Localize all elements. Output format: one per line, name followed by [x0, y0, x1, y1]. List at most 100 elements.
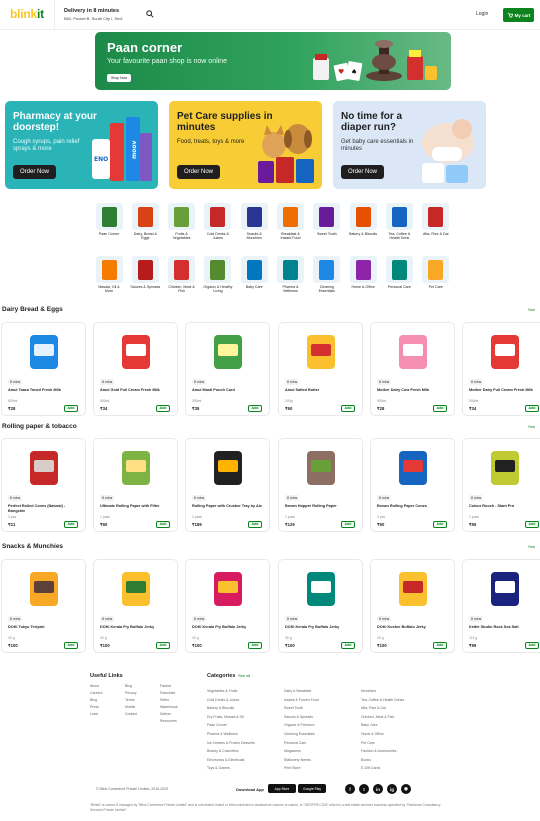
footer-category-link[interactable]: Atta, Rice & Dal [361, 706, 386, 710]
google-play-button[interactable]: Google Play [298, 784, 326, 793]
add-to-cart-button[interactable]: Add [341, 521, 355, 528]
add-to-cart-button[interactable]: Add [341, 405, 355, 412]
footer-category-link[interactable]: Dairy & Breakfast [284, 689, 311, 693]
category-item[interactable]: Pet Care [421, 256, 451, 289]
paan-corner-banner[interactable]: Paan corner Your favourite paan shop is … [95, 32, 451, 90]
footer-useful-link[interactable]: Seller [160, 698, 169, 702]
footer-category-link[interactable]: Print Store [284, 766, 301, 770]
product-card[interactable]: 8 mins Amul Gold Full Cream Fresh Milk 500… [93, 322, 178, 416]
category-item[interactable]: Organic & Healthy Living [203, 256, 233, 294]
shop-now-button[interactable]: Shop Now [107, 74, 132, 82]
blinkit-logo[interactable]: blinkit [10, 7, 44, 21]
pet-care-promo-card[interactable]: Pet Care supplies in minutes Food, treat… [169, 101, 322, 189]
footer-useful-link[interactable]: Press [90, 705, 99, 709]
product-card[interactable]: 8 mins Kettle Studio Rock Sea Salt 113 g ₹9… [462, 559, 540, 653]
product-card[interactable]: 8 mins Amul Taaza Toned Fresh Milk 500ml ₹2… [1, 322, 86, 416]
social-icon[interactable]: ◉ [401, 784, 411, 794]
product-card[interactable]: 8 mins Perfect Rolled Cones (Natural) - B… [1, 438, 86, 532]
footer-category-link[interactable]: Pharma & Wellness [207, 732, 238, 736]
footer-category-link[interactable]: Cold Drinks & Juices [207, 698, 239, 702]
add-to-cart-button[interactable]: Add [156, 405, 170, 412]
footer-useful-link[interactable]: Mobile [125, 705, 135, 709]
footer-see-all-link[interactable]: See all [238, 673, 250, 678]
product-card[interactable]: 8 mins DOKi Kerala Fry Buffalo Jerky 30 g ₹… [185, 559, 270, 653]
see-all-link[interactable]: See [528, 307, 535, 312]
see-all-link[interactable]: See [528, 424, 535, 429]
category-item[interactable]: Pharma & Wellness [276, 256, 306, 294]
footer-category-link[interactable]: Bakery & Biscuits [207, 706, 234, 710]
category-item[interactable]: Dairy, Bread & Eggs [130, 203, 160, 241]
category-item[interactable]: Cold Drinks & Juices [203, 203, 233, 241]
footer-category-link[interactable]: Sweet Tooth [284, 706, 303, 710]
footer-useful-link[interactable]: Terms [125, 698, 135, 702]
diaper-promo-card[interactable]: No time for a diaper run? Get baby care … [333, 101, 486, 189]
footer-category-link[interactable]: Baby Care [361, 723, 378, 727]
footer-category-link[interactable]: Magazines [284, 749, 301, 753]
product-card[interactable]: 8 mins Amul Masti Pouch Curd 390ml ₹35 Add [185, 322, 270, 416]
product-card[interactable]: 8 mins Rolling Paper with Crusher Tray by… [185, 438, 270, 532]
footer-useful-link[interactable]: Franchise [160, 691, 175, 695]
login-button[interactable]: Login [476, 11, 488, 17]
footer-category-link[interactable]: Personal Care [284, 741, 306, 745]
add-to-cart-button[interactable]: Add [433, 405, 447, 412]
footer-category-link[interactable]: E-Gift Cards [361, 766, 380, 770]
category-item[interactable]: Bakery & Biscuits [348, 203, 378, 236]
category-item[interactable]: Personal Care [384, 256, 414, 289]
add-to-cart-button[interactable]: Add [64, 521, 78, 528]
add-to-cart-button[interactable]: Add [64, 642, 78, 649]
order-now-button[interactable]: Order Now [13, 165, 57, 179]
product-card[interactable]: 8 mins Mother Dairy Cow Fresh Milk 500ml ₹2… [370, 322, 455, 416]
category-item[interactable]: Sauces & Spreads [130, 256, 160, 289]
category-item[interactable]: Fruits & Vegetables [167, 203, 197, 241]
footer-category-link[interactable]: Electronics & Electricals [207, 758, 244, 762]
add-to-cart-button[interactable]: Add [525, 521, 539, 528]
category-item[interactable]: Sweet Tooth [312, 203, 342, 236]
product-card[interactable]: 8 mins DOKi Kosher Buffalo Jerky 30 g ₹100 A… [370, 559, 455, 653]
footer-category-link[interactable]: Chicken, Meat & Fish [361, 715, 394, 719]
category-item[interactable]: Atta, Rice & Dal [421, 203, 451, 236]
add-to-cart-button[interactable]: Add [433, 521, 447, 528]
add-to-cart-button[interactable]: Add [64, 405, 78, 412]
see-all-link[interactable]: See [528, 544, 535, 549]
category-item[interactable]: Breakfast & Instant Food [276, 203, 306, 241]
product-card[interactable]: 8 mins DOKi Kerala Fry Buffalo Jerky 30 g ₹… [93, 559, 178, 653]
product-card[interactable]: 8 mins DOKi Kerala Fry Buffalo Jerky 30 g ₹… [278, 559, 363, 653]
footer-category-link[interactable]: Sauces & Spreads [284, 715, 313, 719]
footer-useful-link[interactable]: Deliver [160, 712, 171, 716]
footer-category-link[interactable]: Munchies [361, 689, 376, 693]
footer-useful-link[interactable]: Privacy [125, 691, 136, 695]
social-icon[interactable]: in [373, 784, 383, 794]
footer-useful-link[interactable]: Blog [125, 684, 132, 688]
order-now-button[interactable]: Order Now [177, 165, 221, 179]
footer-useful-link[interactable]: Warehouse [160, 705, 178, 709]
add-to-cart-button[interactable]: Add [341, 642, 355, 649]
category-item[interactable]: Baby Care [239, 256, 269, 289]
product-card[interactable]: 8 mins Amul Salted Butter 100g ₹60 Add [278, 322, 363, 416]
footer-category-link[interactable]: Instant & Frozen Food [284, 698, 319, 702]
product-card[interactable]: 8 mins Mother Dairy Full Cream Fresh Milk… [462, 322, 540, 416]
app-store-button[interactable]: App Store [268, 784, 296, 793]
footer-category-link[interactable]: Organic & Premium [284, 723, 315, 727]
add-to-cart-button[interactable]: Add [525, 642, 539, 649]
footer-category-link[interactable]: Fashion & Accessories [361, 749, 396, 753]
footer-useful-link[interactable]: Partner [160, 684, 171, 688]
category-item[interactable]: Chicken, Meat & Fish [167, 256, 197, 294]
product-card[interactable]: 8 mins Colour Rooch - Slant Pro 1 pack ₹55 A… [462, 438, 540, 532]
category-item[interactable]: Tea, Coffee & Health Drink [384, 203, 414, 241]
category-item[interactable]: Masala, Oil & More [94, 256, 124, 294]
footer-useful-link[interactable]: Careers [90, 691, 102, 695]
footer-category-link[interactable]: Toys & Games [207, 766, 230, 770]
add-to-cart-button[interactable]: Add [248, 521, 262, 528]
footer-category-link[interactable]: Home & Office [361, 732, 384, 736]
cart-button[interactable]: My cart [503, 8, 534, 22]
footer-category-link[interactable]: Beauty & Cosmetics [207, 749, 239, 753]
social-icon[interactable]: t [359, 784, 369, 794]
add-to-cart-button[interactable]: Add [525, 405, 539, 412]
footer-category-link[interactable]: Tea, Coffee & Health Drinks [361, 698, 404, 702]
footer-category-link[interactable]: Books [361, 758, 371, 762]
add-to-cart-button[interactable]: Add [248, 642, 262, 649]
product-card[interactable]: 8 mins Ultimate Rolling Paper with Filter… [93, 438, 178, 532]
footer-useful-link[interactable]: About [90, 684, 99, 688]
social-icon[interactable]: ig [387, 784, 397, 794]
footer-category-link[interactable]: Cleaning Essentials [284, 732, 315, 736]
